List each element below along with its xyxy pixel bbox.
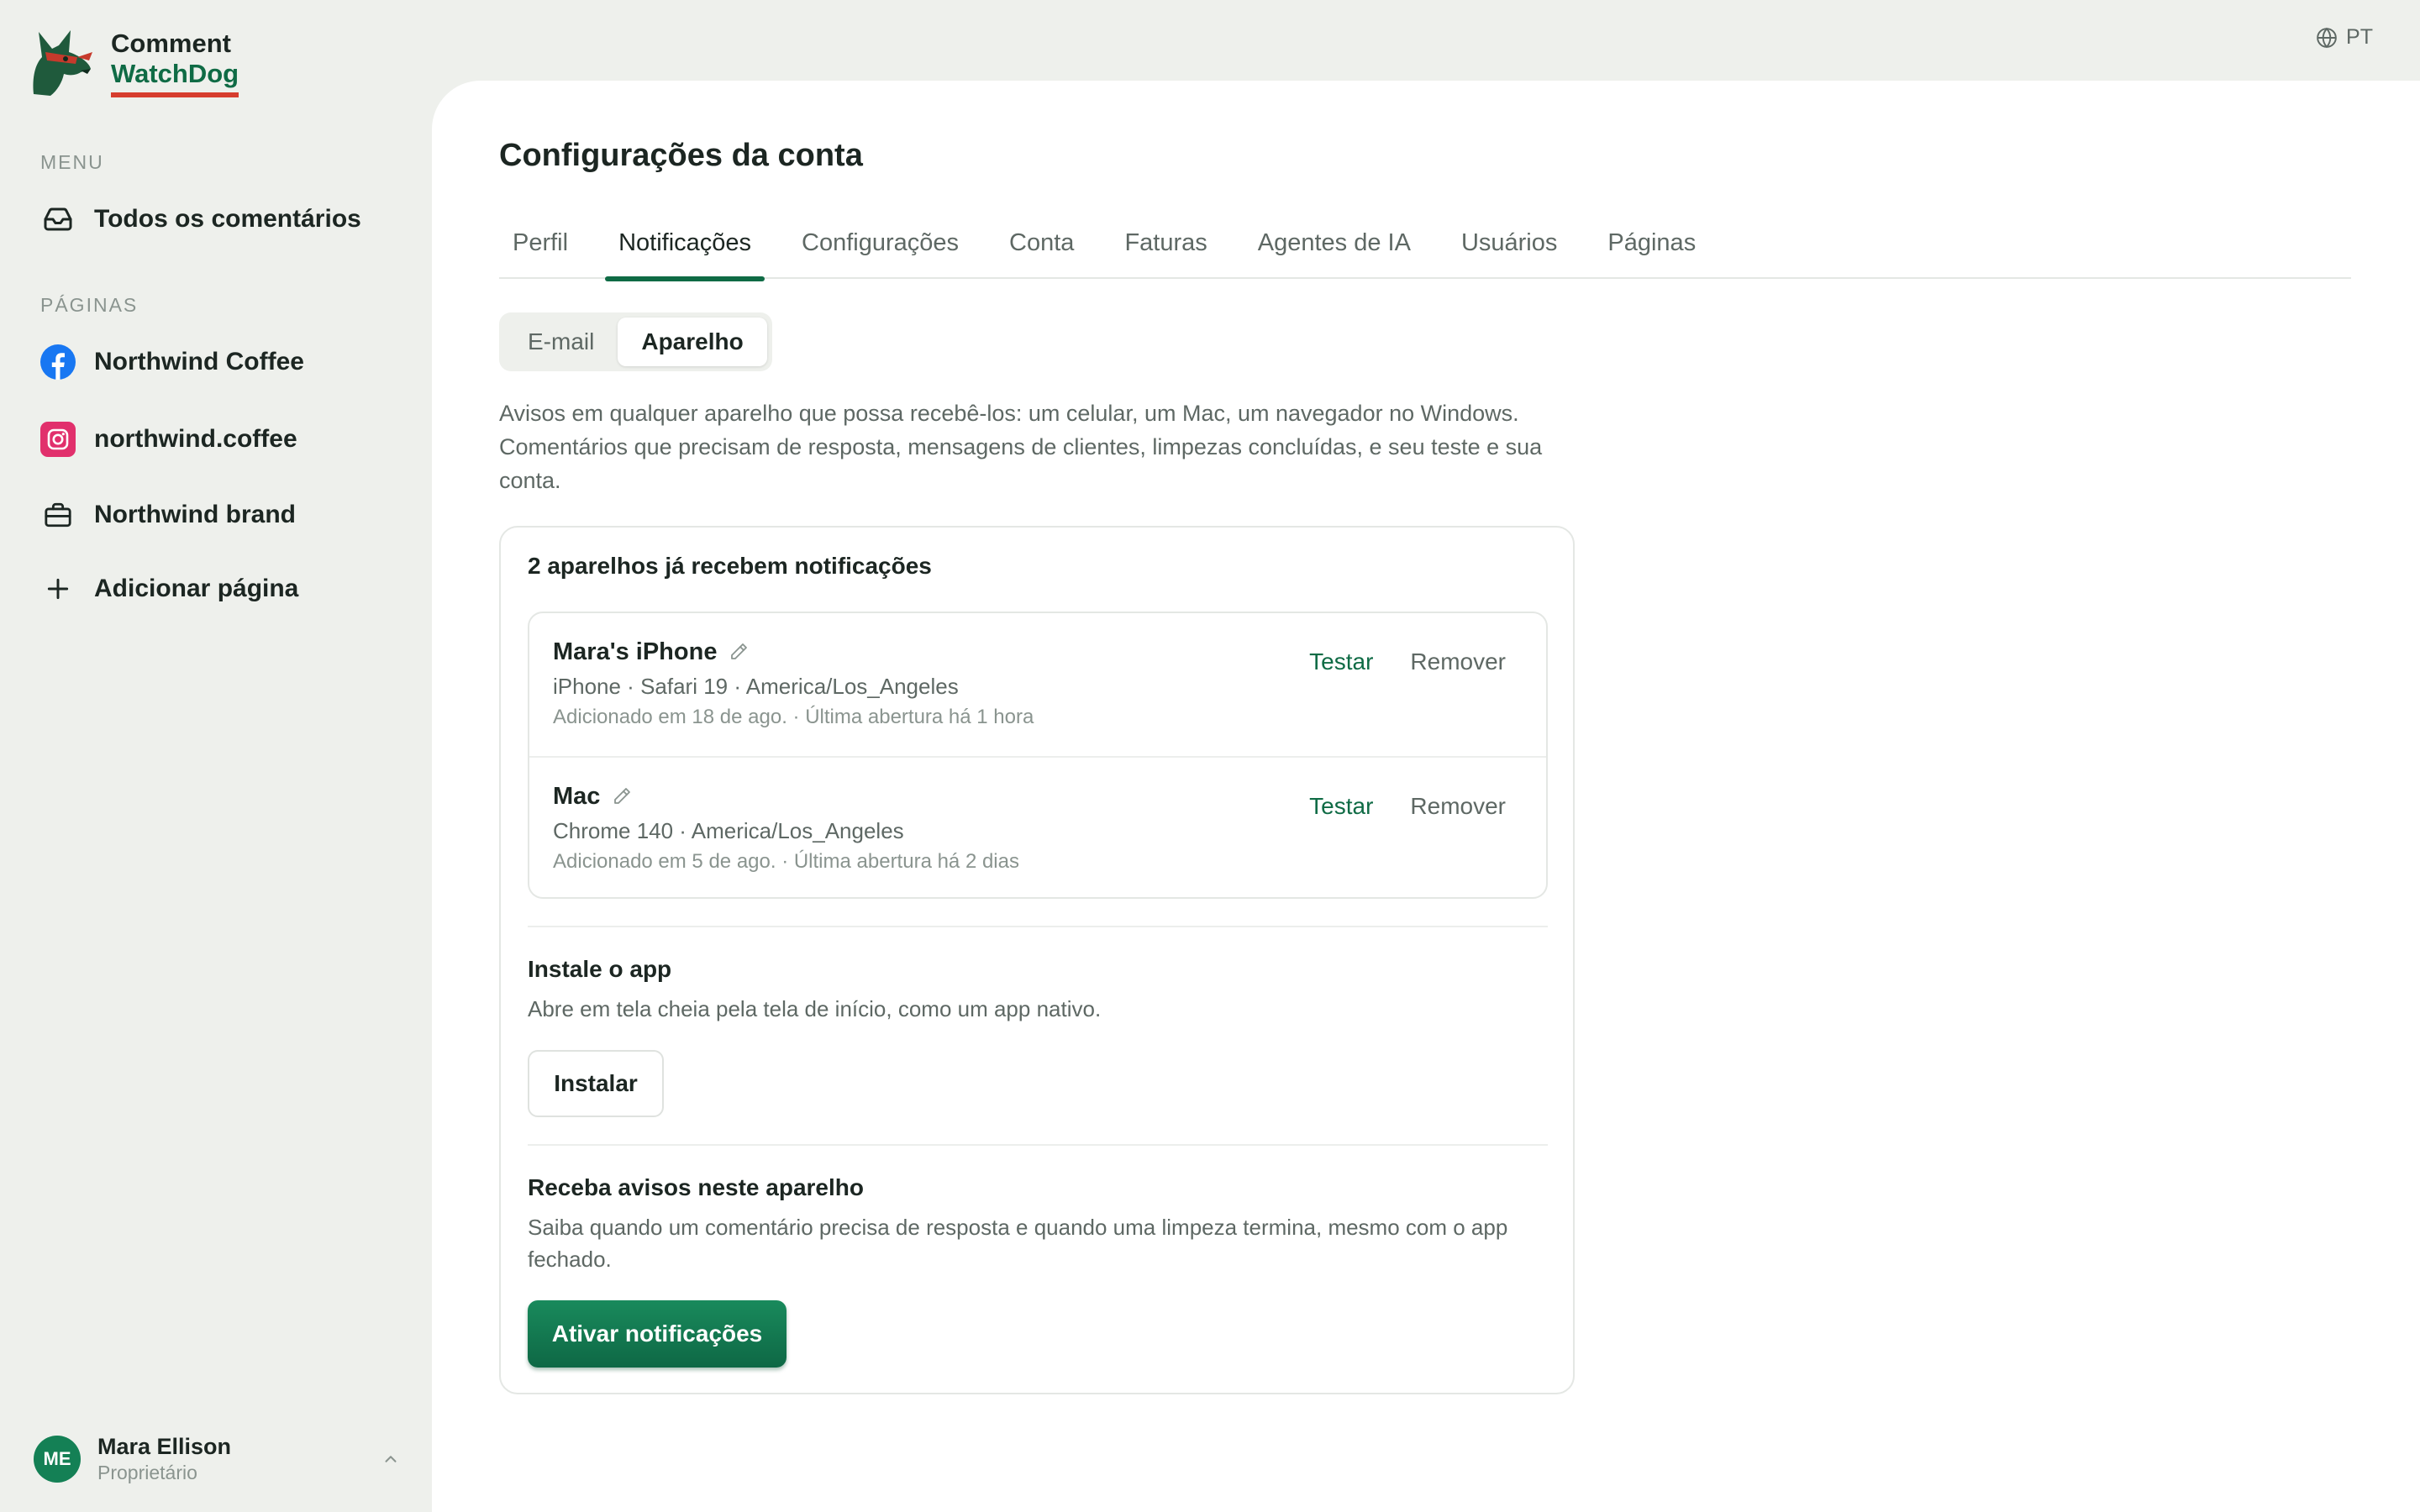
avatar: ME <box>34 1436 81 1483</box>
settings-tabs: Perfil Notificações Configurações Conta … <box>499 207 2351 281</box>
brand-name-line1: Comment <box>111 29 231 58</box>
tab-ai-agents[interactable]: Agentes de IA <box>1244 207 1424 279</box>
tab-invoices[interactable]: Faturas <box>1111 207 1220 279</box>
edit-icon[interactable] <box>612 786 632 806</box>
device-name: Mara's iPhone <box>553 638 718 665</box>
user-menu[interactable]: ME Mara Ellison Proprietário <box>34 1433 403 1485</box>
edit-icon[interactable] <box>729 642 749 662</box>
facebook-icon <box>40 344 76 380</box>
tab-label: Faturas <box>1124 228 1207 256</box>
watchdog-logo-icon <box>33 30 92 96</box>
enable-notifications-heading: Receba avisos neste aparelho <box>528 1174 864 1200</box>
pages-section-label: PÁGINAS <box>40 294 139 316</box>
sidebar-item-label: Todos os comentários <box>94 205 361 233</box>
device-name: Mac <box>553 783 601 810</box>
brand-logo[interactable]: Comment WatchDog <box>27 27 239 97</box>
inbox-icon <box>40 202 76 237</box>
tab-profile[interactable]: Perfil <box>499 207 581 279</box>
language-code: PT <box>2346 25 2373 49</box>
page-title: Configurações da conta <box>499 138 863 173</box>
briefcase-icon <box>40 497 76 533</box>
tab-label: Notificações <box>618 228 752 256</box>
remove-device-button[interactable]: Remover <box>1410 648 1506 675</box>
test-device-button[interactable]: Testar <box>1309 648 1373 675</box>
sidebar-item-all-comments[interactable]: Todos os comentários <box>40 202 361 237</box>
user-role: Proprietário <box>97 1462 197 1483</box>
list-item: Mara's iPhone iPhone · Safari 19 · Ameri… <box>529 613 1546 756</box>
list-item: Mac Chrome 140 · America/Los_Angeles Adi… <box>529 756 1546 897</box>
channel-device-option[interactable]: Aparelho <box>618 318 767 366</box>
tab-label: Configurações <box>802 228 960 256</box>
plus-icon <box>40 571 76 606</box>
sidebar-page-northwind-coffee-instagram[interactable]: northwind.coffee <box>40 422 297 457</box>
instagram-icon <box>40 422 76 457</box>
tab-account[interactable]: Conta <box>996 207 1087 279</box>
tab-settings[interactable]: Configurações <box>788 207 972 279</box>
enable-notifications-description: Saiba quando um comentário precisa de re… <box>528 1215 1508 1272</box>
sidebar-page-northwind-brand[interactable]: Northwind brand <box>40 497 296 533</box>
language-selector[interactable]: PT <box>2316 25 2373 50</box>
user-name: Mara Ellison <box>97 1434 232 1459</box>
channel-email-option[interactable]: E-mail <box>504 318 618 366</box>
add-page-button[interactable]: Adicionar página <box>40 571 298 606</box>
sidebar-page-northwind-coffee-facebook[interactable]: Northwind Coffee <box>40 344 304 380</box>
sidebar-item-label: Northwind brand <box>94 501 296 528</box>
sidebar-item-label: northwind.coffee <box>94 425 297 453</box>
channel-toggle: E-mail Aparelho <box>499 312 772 371</box>
tab-notifications[interactable]: Notificações <box>605 207 765 281</box>
tab-pages[interactable]: Páginas <box>1594 207 1709 279</box>
devices-heading: 2 aparelhos já recebem notificações <box>528 553 932 579</box>
install-app-heading: Instale o app <box>528 956 672 982</box>
tab-label: Perfil <box>513 228 569 256</box>
sidebar: Comment WatchDog MENU Todos os comentári… <box>0 0 432 1512</box>
app-window: Comment WatchDog MENU Todos os comentári… <box>0 0 2420 1512</box>
enable-notifications-button[interactable]: Ativar notificações <box>528 1300 786 1368</box>
tab-label: Páginas <box>1607 228 1697 256</box>
device-activity: Adicionado em 5 de ago. · Última abertur… <box>553 850 1019 873</box>
device-list: Mara's iPhone iPhone · Safari 19 · Ameri… <box>528 612 1548 899</box>
sidebar-item-label: Adicionar página <box>94 575 299 602</box>
chevron-up-icon[interactable] <box>378 1446 403 1472</box>
device-details: iPhone · Safari 19 · America/Los_Angeles <box>553 674 959 699</box>
device-activity: Adicionado em 18 de ago. · Última abertu… <box>553 706 1034 728</box>
tab-label: Agentes de IA <box>1257 228 1411 256</box>
menu-section-label: MENU <box>40 151 104 173</box>
device-notifications-description: Avisos em qualquer aparelho que possa re… <box>499 401 1543 493</box>
device-details: Chrome 140 · America/Los_Angeles <box>553 818 904 843</box>
settings-content: Configurações da conta Perfil Notificaçõ… <box>432 81 2420 1512</box>
install-app-description: Abre em tela cheia pela tela de início, … <box>528 996 1102 1021</box>
section-divider <box>528 1144 1548 1146</box>
tab-label: Conta <box>1009 228 1075 256</box>
remove-device-button[interactable]: Remover <box>1410 793 1506 820</box>
globe-icon <box>2317 27 2337 48</box>
test-device-button[interactable]: Testar <box>1309 793 1373 820</box>
tab-users[interactable]: Usuários <box>1448 207 1570 279</box>
device-notifications-panel: 2 aparelhos já recebem notificações Mara… <box>499 526 1575 1394</box>
tab-label: Usuários <box>1460 228 1558 256</box>
brand-name-line2: WatchDog <box>111 59 239 97</box>
install-app-button[interactable]: Instalar <box>528 1050 664 1117</box>
sidebar-item-label: Northwind Coffee <box>94 348 304 375</box>
section-divider <box>528 926 1548 927</box>
